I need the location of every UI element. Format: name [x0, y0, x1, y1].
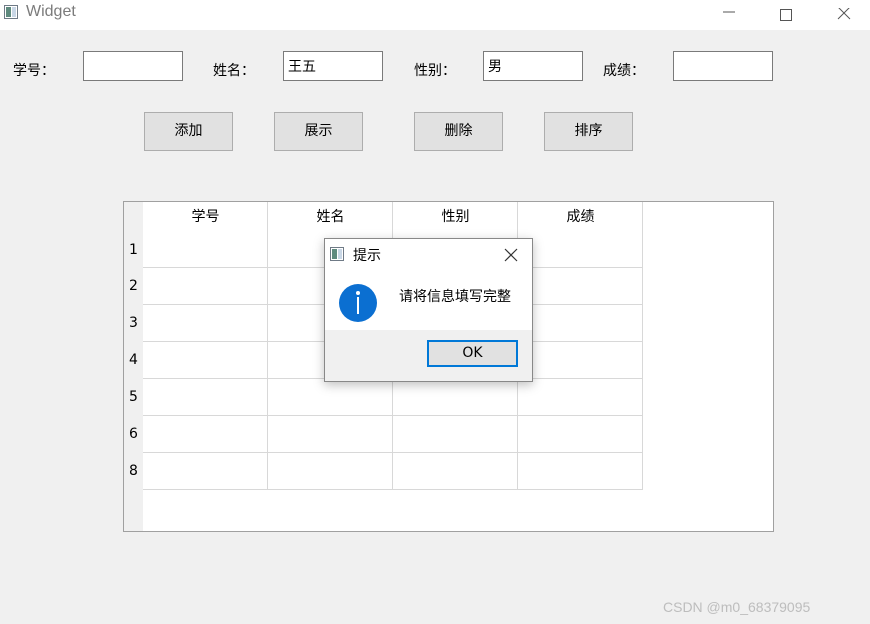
column-header-gender[interactable]: 性别 [393, 202, 518, 232]
grid-line [143, 415, 643, 416]
dialog-title: 提示 [353, 248, 381, 264]
sort-button[interactable]: 排序 [544, 112, 633, 151]
close-button[interactable] [815, 0, 870, 30]
gender-input[interactable] [483, 51, 583, 81]
gender-label: 性别： [414, 63, 456, 79]
row-number[interactable]: 2 [124, 278, 143, 294]
row-number[interactable]: 1 [124, 242, 143, 258]
show-button[interactable]: 展示 [274, 112, 363, 151]
column-header-name[interactable]: 姓名 [268, 202, 393, 232]
message-dialog: 提示 请将信息填写完整 OK [324, 238, 533, 382]
ok-button[interactable]: OK [427, 340, 518, 367]
delete-button[interactable]: 删除 [414, 112, 503, 151]
window-title: Widget [26, 3, 76, 20]
column-header-student-id[interactable]: 学号 [143, 202, 268, 232]
row-number[interactable]: 8 [124, 463, 143, 479]
dialog-close-button[interactable] [497, 244, 525, 266]
row-number[interactable]: 3 [124, 315, 143, 331]
info-icon [339, 284, 377, 322]
app-window-icon [4, 5, 18, 19]
dialog-message: 请将信息填写完整 [399, 289, 511, 305]
score-label: 成绩： [603, 63, 645, 79]
maximize-button[interactable] [757, 0, 815, 30]
student-id-label: 学号： [13, 63, 55, 79]
row-number[interactable]: 4 [124, 352, 143, 368]
column-header-score[interactable]: 成绩 [518, 202, 643, 232]
grid-line [642, 202, 643, 490]
row-number[interactable]: 6 [124, 426, 143, 442]
name-label: 姓名： [213, 63, 255, 79]
score-input[interactable] [673, 51, 773, 81]
title-bar: Widget [0, 0, 870, 30]
dialog-app-icon [330, 247, 344, 261]
close-icon [504, 248, 518, 262]
dialog-footer: OK [325, 330, 532, 381]
student-id-input[interactable] [83, 51, 183, 81]
grid-line [143, 452, 643, 453]
close-icon [837, 8, 851, 20]
add-button[interactable]: 添加 [144, 112, 233, 151]
row-number[interactable]: 5 [124, 389, 143, 405]
grid-line [267, 202, 268, 490]
maximize-icon [780, 9, 792, 21]
grid-line [143, 489, 643, 490]
watermark: CSDN @m0_68379095 [663, 599, 811, 615]
minimize-button[interactable] [700, 0, 758, 30]
name-input[interactable] [283, 51, 383, 81]
minimize-icon [723, 11, 735, 13]
